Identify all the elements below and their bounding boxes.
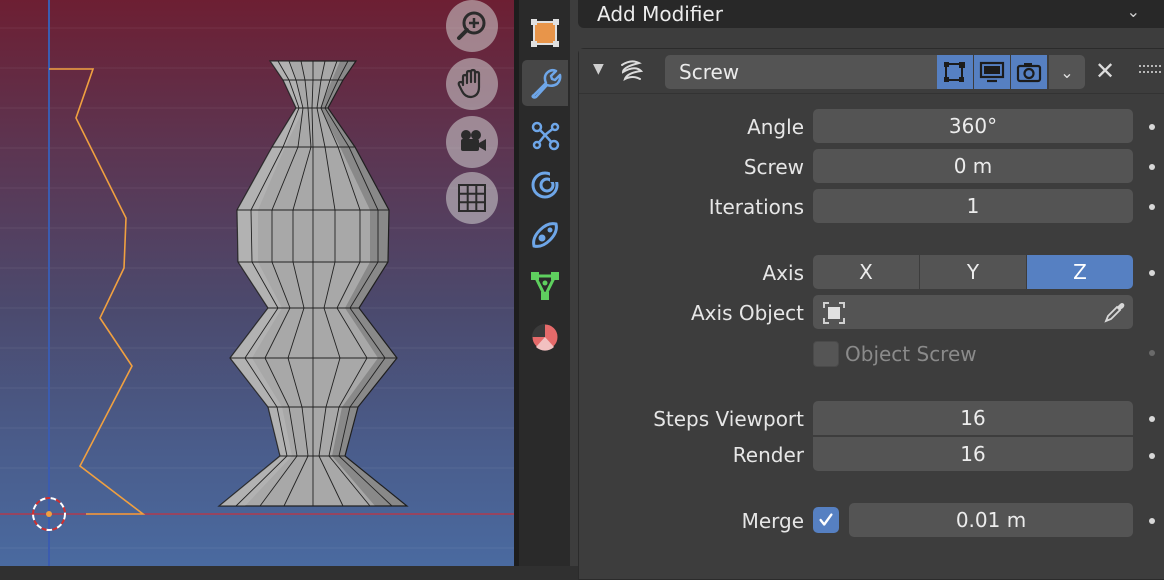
keyframe-dot-icon — [1149, 350, 1155, 356]
iterations-label: Iterations — [708, 195, 804, 219]
object-icon — [823, 302, 845, 324]
axis-object-field[interactable] — [813, 295, 1133, 329]
keyframe-dot-icon[interactable] — [1149, 164, 1155, 170]
screw-label: Screw — [743, 155, 804, 179]
keyframe-dot-icon[interactable] — [1149, 204, 1155, 210]
properties-tab-bar — [519, 0, 570, 566]
steps-viewport-label: Steps Viewport — [653, 407, 804, 431]
modifier-header: ▼ Screw ⌄ ✕ — [579, 49, 1164, 94]
angle-label: Angle — [747, 115, 804, 139]
wrench-icon — [531, 68, 562, 99]
object-screw-label: Object Screw — [845, 342, 977, 366]
chevron-down-icon: ⌄ — [1060, 62, 1074, 82]
vase-mesh — [217, 60, 409, 507]
screw-modifier-panel: ▼ Screw ⌄ ✕ Angle 360° Screw 0 m Iterati… — [578, 48, 1164, 580]
axis-x-button[interactable]: X — [813, 255, 920, 289]
render-steps-label: Render — [732, 443, 804, 467]
chevron-down-icon: ⌄ — [1126, 2, 1140, 21]
keyframe-dot-icon[interactable] — [1149, 453, 1155, 459]
particles-icon — [531, 121, 560, 151]
object-screw-checkbox[interactable]: Object Screw — [813, 341, 977, 367]
axis-y-button[interactable]: Y — [920, 255, 1027, 289]
merge-checkbox[interactable] — [813, 507, 839, 533]
physics-icon — [531, 171, 562, 199]
edit-mode-icon — [944, 62, 965, 82]
properties-panel: Add Modifier ⌄ ▼ Screw ⌄ ✕ Angle 360° Sc… — [570, 0, 1164, 580]
steps-group: 16 16 — [813, 401, 1133, 471]
modifier-name-field[interactable]: Screw — [665, 55, 937, 89]
angle-field[interactable]: 360° — [813, 109, 1133, 143]
keyframe-dot-icon[interactable] — [1149, 270, 1155, 276]
zoom-icon — [457, 11, 486, 40]
collapse-arrow-icon[interactable]: ▼ — [593, 61, 604, 77]
keyframe-dot-icon[interactable] — [1149, 416, 1155, 422]
checkbox[interactable] — [813, 341, 839, 367]
axis-selector: X Y Z — [813, 255, 1133, 289]
object-icon — [531, 19, 559, 47]
viewport-display-toggle[interactable] — [974, 55, 1010, 89]
tab-material[interactable] — [522, 314, 568, 360]
add-modifier-button[interactable]: Add Modifier ⌄ — [578, 0, 1164, 28]
material-icon — [531, 323, 559, 351]
eyedropper-icon[interactable] — [1103, 300, 1127, 324]
drag-handle-icon[interactable] — [1139, 63, 1161, 77]
render-toggle[interactable] — [1011, 55, 1047, 89]
axis-z-button[interactable]: Z — [1027, 255, 1133, 289]
axis-object-label: Axis Object — [691, 301, 804, 325]
merge-distance-field[interactable]: 0.01 m — [849, 503, 1133, 537]
iterations-field[interactable]: 1 — [813, 189, 1133, 223]
screw-modifier-icon — [621, 60, 644, 81]
add-modifier-label: Add Modifier — [597, 2, 723, 26]
screw-field[interactable]: 0 m — [813, 149, 1133, 183]
tab-object[interactable] — [522, 10, 568, 56]
tab-particles[interactable] — [522, 112, 568, 158]
3d-viewport[interactable] — [0, 0, 514, 566]
close-icon[interactable]: ✕ — [1095, 57, 1115, 85]
edit-mode-toggle[interactable] — [937, 55, 973, 89]
steps-viewport-field[interactable]: 16 — [813, 401, 1133, 435]
viewport-scene — [0, 0, 514, 566]
tab-mesh-data[interactable] — [522, 262, 568, 308]
monitor-icon — [979, 61, 1005, 83]
pan-button[interactable] — [446, 58, 498, 110]
mesh-data-icon — [531, 272, 559, 300]
zoom-button[interactable] — [446, 0, 498, 52]
ortho-toggle-button[interactable] — [446, 172, 498, 224]
camera-view-button[interactable] — [446, 116, 498, 168]
tab-modifiers[interactable] — [522, 60, 568, 106]
camera-icon — [461, 130, 486, 151]
axis-label: Axis — [762, 261, 805, 285]
merge-label: Merge — [741, 509, 804, 533]
grid-icon — [458, 184, 486, 212]
constraints-icon — [532, 222, 558, 248]
profile-curve — [49, 68, 146, 515]
tab-physics[interactable] — [522, 162, 568, 208]
tab-constraints[interactable] — [522, 212, 568, 258]
camera-icon — [1016, 63, 1042, 83]
modifier-options-dropdown[interactable]: ⌄ — [1049, 55, 1085, 89]
keyframe-dot-icon[interactable] — [1149, 518, 1155, 524]
keyframe-dot-icon[interactable] — [1149, 124, 1155, 130]
hand-icon — [457, 68, 481, 99]
render-steps-field[interactable]: 16 — [813, 437, 1133, 471]
checkmark-icon — [819, 513, 833, 526]
